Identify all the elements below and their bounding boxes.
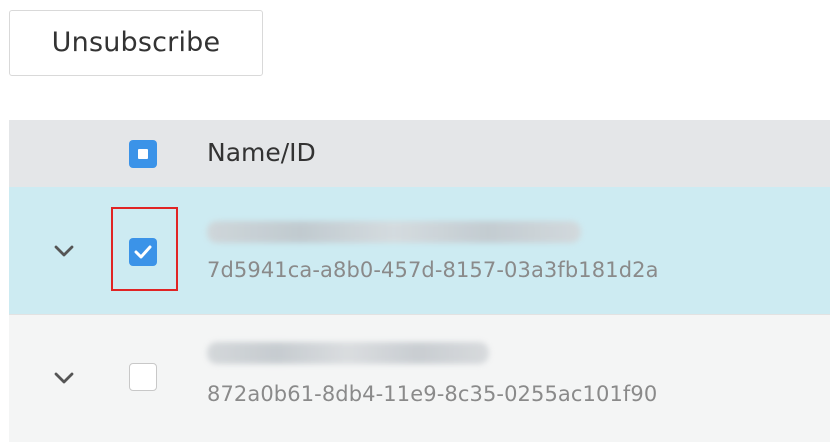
chevron-down-icon[interactable] xyxy=(53,244,75,258)
redacted-name xyxy=(207,342,489,364)
row-id: 7d5941ca-a8b0-457d-8157-03a3fb181d2a xyxy=(207,258,659,282)
table-row[interactable]: 872a0b61-8db4-11e9-8c35-0255ac101f90 xyxy=(9,314,830,442)
redacted-name xyxy=(207,221,581,243)
table-row[interactable]: 7d5941ca-a8b0-457d-8157-03a3fb181d2a xyxy=(9,187,830,314)
indeterminate-mark-icon xyxy=(138,149,148,159)
row-id: 872a0b61-8db4-11e9-8c35-0255ac101f90 xyxy=(207,382,658,406)
page: Unsubscribe Name/ID 7d5941ca-a8b0-457d-8… xyxy=(0,0,830,442)
unsubscribe-button[interactable]: Unsubscribe xyxy=(9,10,263,76)
chevron-down-icon[interactable] xyxy=(53,371,75,385)
row-checkbox[interactable] xyxy=(129,238,157,266)
checkmark-icon xyxy=(134,245,152,259)
select-all-checkbox[interactable] xyxy=(129,140,157,168)
column-header-name-id: Name/ID xyxy=(207,138,316,167)
row-checkbox[interactable] xyxy=(129,363,157,391)
table-header: Name/ID xyxy=(9,120,830,187)
subscriptions-table: Name/ID 7d5941ca-a8b0-457d-8157-03a3fb18… xyxy=(9,120,830,442)
